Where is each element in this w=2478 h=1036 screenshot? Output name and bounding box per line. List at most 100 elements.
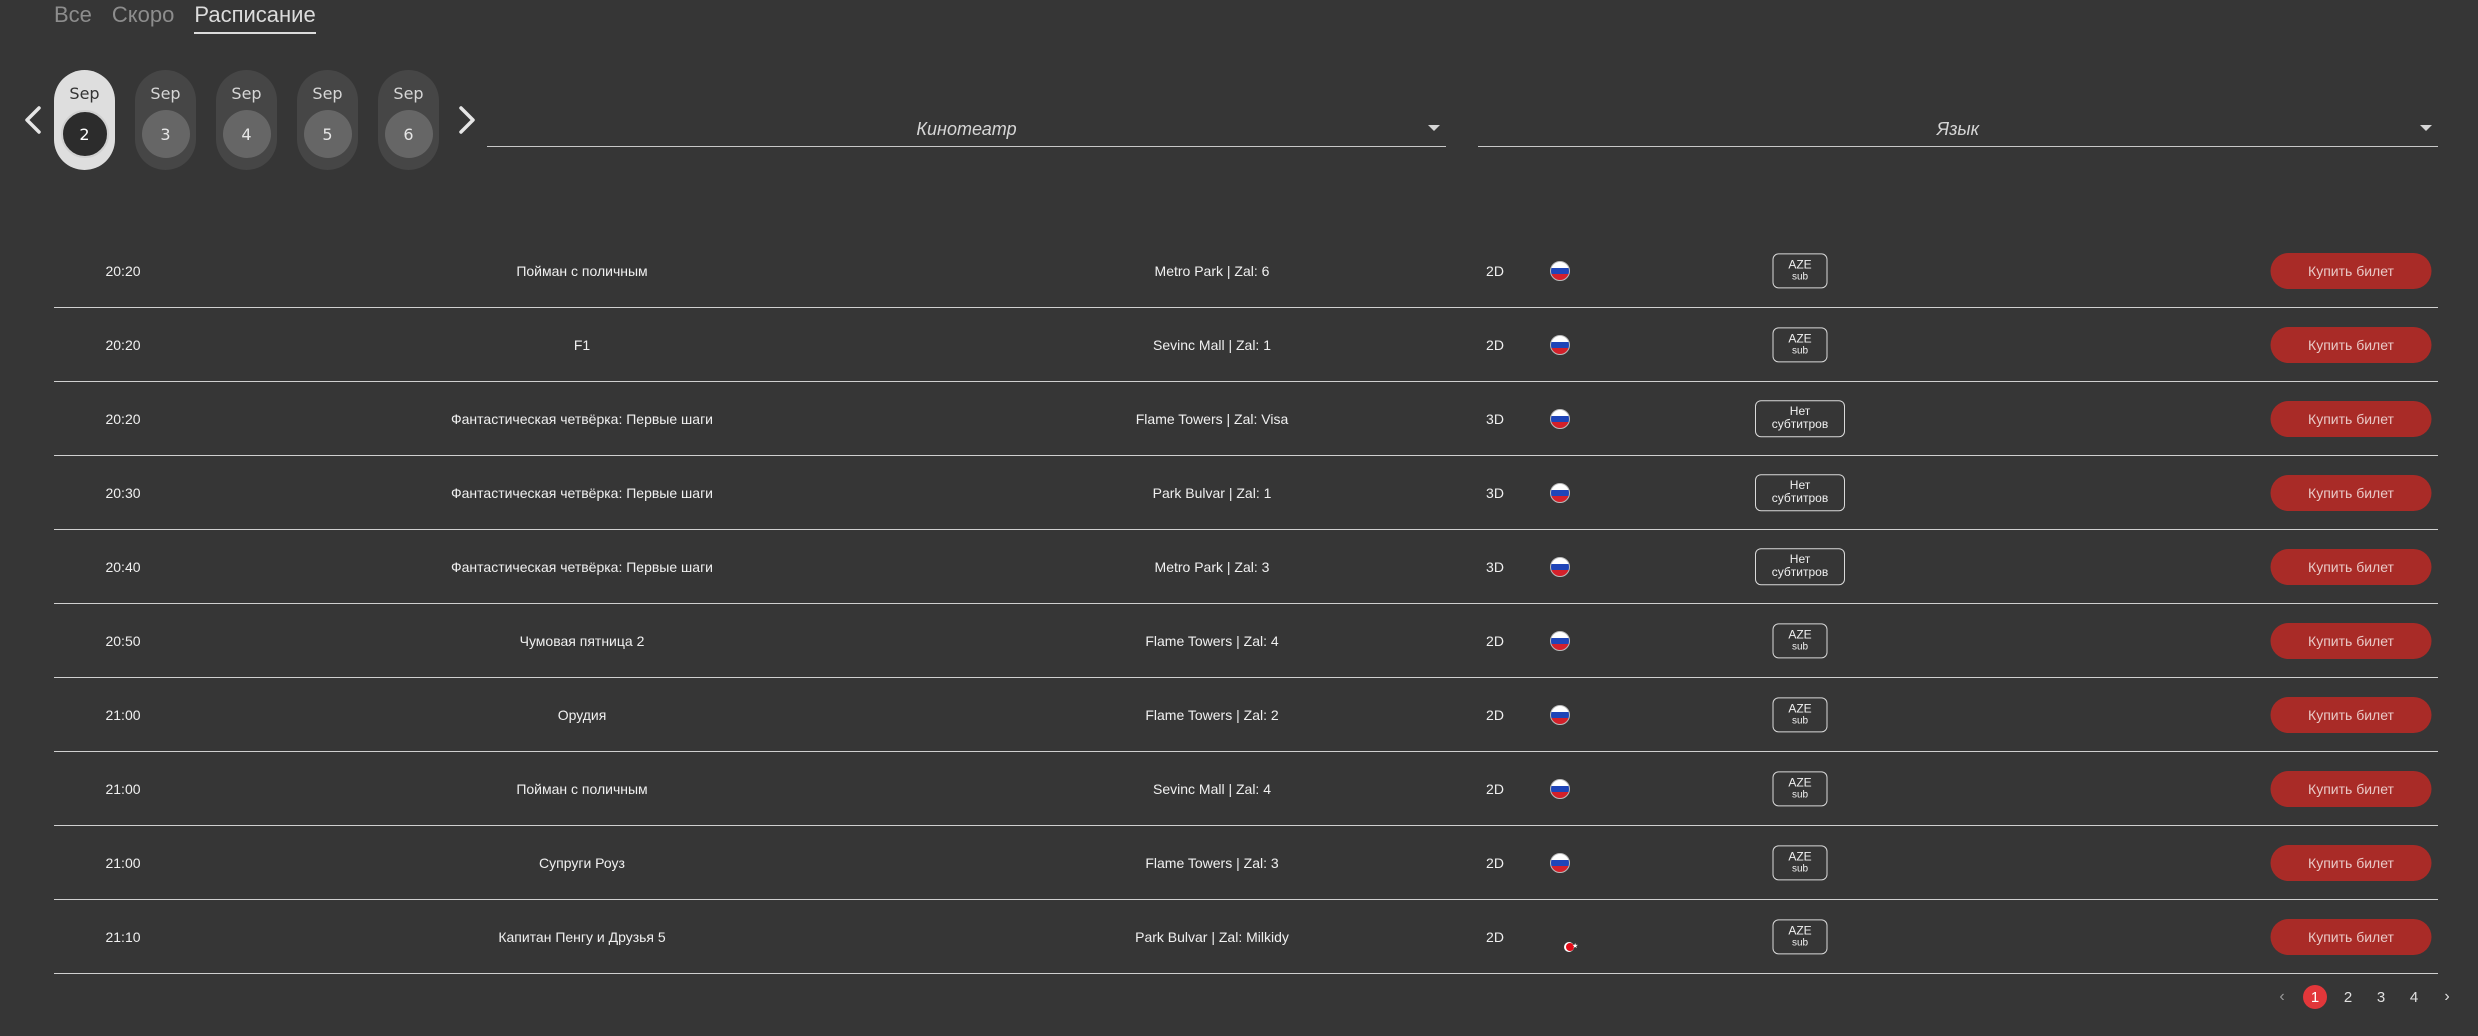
showtime: 21:00 [105,854,141,871]
showtime: 20:40 [105,558,141,575]
buy-ticket-button[interactable]: Купить билет [2270,622,2432,659]
format-badge: 2D [1486,632,1504,649]
tab-coming-soon[interactable]: Скоро [112,0,174,32]
date-month: Sep [150,84,181,103]
buy-ticket-button[interactable]: Купить билет [2270,548,2432,585]
subtitle-line-1: AZE [1788,700,1812,715]
cinema-hall: Flame Towers | Zal: 4 [1145,632,1279,649]
movie-title: Фантастическая четвёрка: Первые шаги [451,484,713,501]
cinema-hall: Flame Towers | Zal: Visa [1135,410,1289,427]
buy-ticket-button[interactable]: Купить билет [2270,400,2432,437]
subtitle-line-2: sub [1791,937,1809,949]
subtitle-line-1: AZE [1788,848,1812,863]
showtime: 20:20 [105,262,141,279]
showtime: 20:50 [105,632,141,649]
date-strip: Sep 2 Sep 3 Sep 4 Sep 5 Sep 6 [54,70,439,170]
russia-flag-icon [1550,852,1570,873]
caret-down-icon [2420,125,2432,131]
cinema-hall: Sevinc Mall | Zal: 4 [1152,780,1272,797]
cinema-select[interactable]: Кинотеатр [487,112,1446,147]
subtitle-line-2: sub [1791,345,1809,357]
caret-down-icon [1428,125,1440,131]
buy-ticket-button[interactable]: Купить билет [2270,770,2432,807]
subtitle-line-2: sub [1791,863,1809,875]
language-select-label: Язык [1936,118,1980,139]
subtitle-line-2: субтитров [1771,491,1829,506]
date-pill[interactable]: Sep 6 [378,70,439,170]
subtitle-line-2: субтитров [1771,417,1829,432]
table-row: 20:20 F1 Sevinc Mall | Zal: 1 2D AZE sub Купит… [54,308,2438,382]
table-row: 21:00 Орудия Flame Towers | Zal: 2 2D AZE sub… [54,678,2438,752]
movie-title: Чумовая пятница 2 [519,632,645,649]
date-month: Sep [393,84,424,103]
format-badge: 2D [1486,262,1504,279]
russia-flag-icon [1550,778,1570,799]
cinema-hall: Park Bulvar | Zal: Milkidy [1135,928,1289,945]
subtitle-badge: AZE sub [1772,770,1828,807]
movie-title: F1 [573,336,591,353]
cinema-hall: Park Bulvar | Zal: 1 [1152,484,1272,501]
russia-flag-icon [1550,556,1570,577]
tab-bar: Все Скоро Расписание [54,0,316,34]
date-day: 2 [60,110,109,158]
schedule-page: Все Скоро Расписание Sep 2 Sep 3 Sep 4 S… [0,0,2478,1036]
format-badge: 2D [1486,336,1504,353]
date-day: 3 [141,110,190,158]
chevron-right-icon[interactable] [454,104,480,136]
language-select[interactable]: Язык [1478,112,2438,147]
buy-ticket-button[interactable]: Купить билет [2270,844,2432,881]
format-badge: 2D [1486,854,1504,871]
cinema-hall: Sevinc Mall | Zal: 1 [1152,336,1272,353]
buy-ticket-button[interactable]: Купить билет [2270,696,2432,733]
date-pill[interactable]: Sep 4 [216,70,277,170]
date-pill[interactable]: Sep 2 [54,70,115,170]
buy-ticket-button[interactable]: Купить билет [2270,326,2432,363]
subtitle-badge: AZE sub [1772,622,1828,659]
chevron-left-icon[interactable] [20,104,46,136]
movie-title: Капитан Пенгу и Друзья 5 [498,928,666,945]
table-row: 20:20 Фантастическая четвёрка: Первые шаг… [54,382,2438,456]
russia-flag-icon [1550,260,1570,281]
page-1[interactable]: 1 [2303,985,2327,1009]
subtitle-badge: Нет субтитров [1755,473,1845,512]
buy-ticket-button[interactable]: Купить билет [2270,474,2432,511]
subtitle-line-1: AZE [1788,922,1812,937]
showtime: 20:20 [105,336,141,353]
tab-schedule[interactable]: Расписание [194,0,316,34]
page-2[interactable]: 2 [2336,985,2360,1009]
cinema-hall: Metro Park | Zal: 6 [1154,262,1270,279]
buy-ticket-button[interactable]: Купить билет [2270,252,2432,289]
subtitle-line-1: AZE [1788,330,1812,345]
subtitle-badge: AZE sub [1772,696,1828,733]
table-row: 21:00 Супруги Роуз Flame Towers | Zal: 3 2D… [54,826,2438,900]
russia-flag-icon [1550,408,1570,429]
table-row: 20:20 Пойман с поличным Metro Park | Zal: … [54,234,2438,308]
pagination-next-icon[interactable]: › [2435,985,2459,1009]
date-month: Sep [231,84,262,103]
pagination-prev-icon[interactable]: ‹ [2270,985,2294,1009]
showtime: 21:00 [105,780,141,797]
subtitle-line-2: субтитров [1771,565,1829,580]
date-pill[interactable]: Sep 5 [297,70,358,170]
subtitle-line-1: Нет [1789,551,1811,566]
page-3[interactable]: 3 [2369,985,2393,1009]
buy-ticket-button[interactable]: Купить билет [2270,918,2432,955]
format-badge: 2D [1486,706,1504,723]
subtitle-badge: AZE sub [1772,326,1828,363]
subtitle-line-1: Нет [1789,477,1811,492]
table-row: 20:30 Фантастическая четвёрка: Первые шаг… [54,456,2438,530]
table-row: 20:50 Чумовая пятница 2 Flame Towers | Zal… [54,604,2438,678]
tab-all[interactable]: Все [54,0,92,32]
table-row: 20:40 Фантастическая четвёрка: Первые шаг… [54,530,2438,604]
date-month: Sep [69,84,100,103]
date-pill[interactable]: Sep 3 [135,70,196,170]
format-badge: 2D [1486,780,1504,797]
russia-flag-icon [1550,630,1570,651]
subtitle-line-1: Нет [1789,403,1811,418]
page-4[interactable]: 4 [2402,985,2426,1009]
format-badge: 2D [1486,928,1504,945]
movie-title: Фантастическая четвёрка: Первые шаги [451,410,713,427]
subtitle-line-1: AZE [1788,626,1812,641]
format-badge: 3D [1486,410,1504,427]
subtitle-badge: AZE sub [1772,918,1828,955]
